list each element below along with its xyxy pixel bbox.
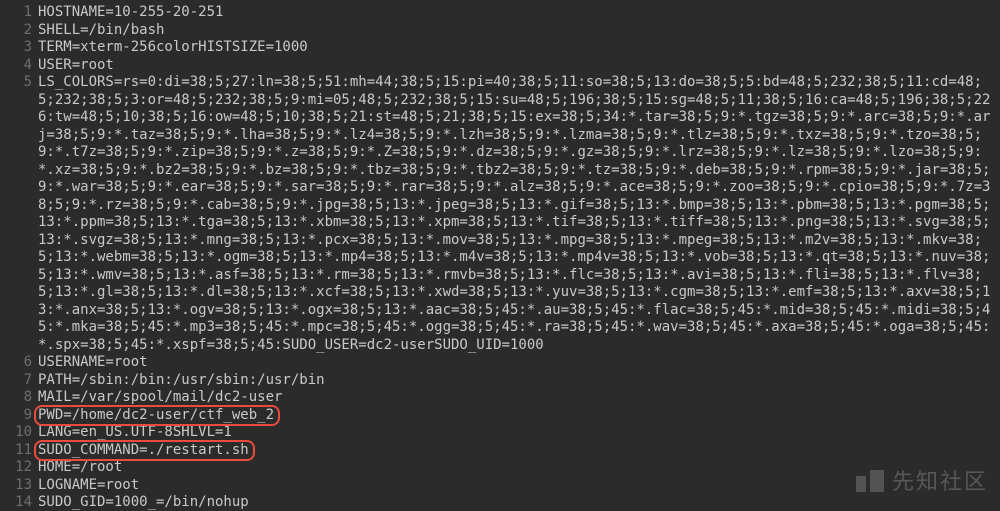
line-number: 12 (0, 459, 38, 477)
watermark: 先知社区 (856, 468, 988, 496)
code-line[interactable]: 10LANG=en_US.UTF-8SHLVL=1 (0, 424, 1000, 442)
code-editor[interactable]: 1HOSTNAME=10-255-20-2512SHELL=/bin/bash3… (0, 0, 1000, 511)
line-text[interactable]: PATH=/sbin:/bin:/usr/sbin:/usr/bin (38, 372, 1000, 390)
line-text[interactable]: USERNAME=root (38, 354, 1000, 372)
line-text[interactable]: TERM=xterm-256colorHISTSIZE=1000 (38, 39, 1000, 57)
code-line[interactable]: 7PATH=/sbin:/bin:/usr/sbin:/usr/bin (0, 372, 1000, 390)
line-text[interactable]: SHELL=/bin/bash (38, 22, 1000, 40)
line-number: 7 (0, 372, 38, 390)
line-number: 14 (0, 494, 38, 511)
line-text[interactable]: USER=root (38, 57, 1000, 75)
line-number: 2 (0, 22, 38, 40)
line-text[interactable]: PWD=/home/dc2-user/ctf_web_2 (38, 407, 1000, 425)
code-line[interactable]: 9PWD=/home/dc2-user/ctf_web_2 (0, 407, 1000, 425)
code-line[interactable]: 14SUDO_GID=1000_=/bin/nohup (0, 494, 1000, 511)
highlighted-text: PWD=/home/dc2-user/ctf_web_2 (38, 407, 274, 425)
line-number: 11 (0, 442, 38, 460)
line-text[interactable]: SUDO_GID=1000_=/bin/nohup (38, 494, 1000, 511)
line-number: 13 (0, 477, 38, 495)
line-number: 9 (0, 407, 38, 425)
code-line[interactable]: 11SUDO_COMMAND=./restart.sh (0, 442, 1000, 460)
line-text[interactable]: MAIL=/var/spool/mail/dc2-user (38, 389, 1000, 407)
line-number: 6 (0, 354, 38, 372)
line-number: 3 (0, 39, 38, 57)
code-line[interactable]: 8MAIL=/var/spool/mail/dc2-user (0, 389, 1000, 407)
line-number: 5 (0, 74, 38, 92)
code-line[interactable]: 12HOME=/root (0, 459, 1000, 477)
line-number: 1 (0, 4, 38, 22)
line-number: 4 (0, 57, 38, 75)
line-text[interactable]: SUDO_COMMAND=./restart.sh (38, 442, 1000, 460)
code-line[interactable]: 3TERM=xterm-256colorHISTSIZE=1000 (0, 39, 1000, 57)
line-text[interactable]: HOSTNAME=10-255-20-251 (38, 4, 1000, 22)
line-number: 10 (0, 424, 38, 442)
code-line[interactable]: 2SHELL=/bin/bash (0, 22, 1000, 40)
code-line[interactable]: 1HOSTNAME=10-255-20-251 (0, 4, 1000, 22)
line-number: 8 (0, 389, 38, 407)
watermark-text: 先知社区 (892, 468, 988, 496)
code-line[interactable]: 13LOGNAME=root (0, 477, 1000, 495)
code-line[interactable]: 4USER=root (0, 57, 1000, 75)
line-text[interactable]: LS_COLORS=rs=0:di=38;5;27:ln=38;5;51:mh=… (38, 74, 1000, 354)
highlighted-text: SUDO_COMMAND=./restart.sh (38, 442, 249, 460)
code-line[interactable]: 6USERNAME=root (0, 354, 1000, 372)
line-text[interactable]: LANG=en_US.UTF-8SHLVL=1 (38, 424, 1000, 442)
watermark-icon (856, 470, 884, 492)
code-line[interactable]: 5LS_COLORS=rs=0:di=38;5;27:ln=38;5;51:mh… (0, 74, 1000, 354)
